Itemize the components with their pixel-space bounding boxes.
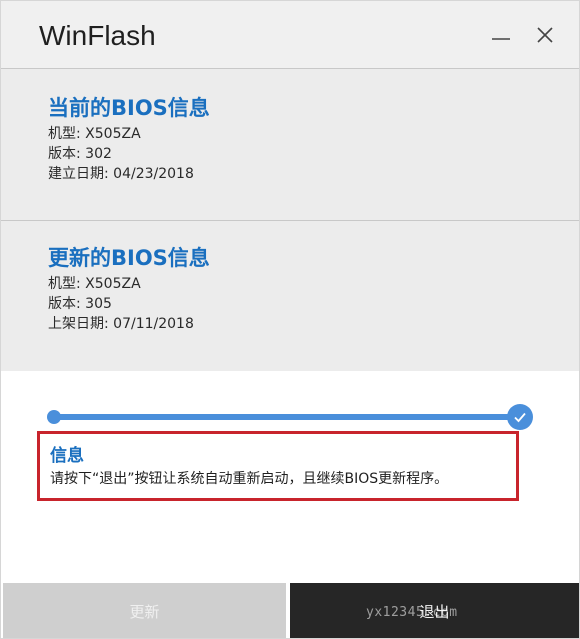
winflash-window: WinFlash 当前的BIOS信息 机型: X505ZA 版本: 302 建立… [0,0,580,639]
progress-complete-badge [507,404,533,430]
message-title: 信息 [50,446,84,466]
minimize-icon [492,38,510,40]
progress-start-dot [47,410,61,424]
new-bios-version: 版本: 305 [48,296,112,312]
message-box: 信息 请按下“退出”按钮让系统自动重新启动，且继续BIOS更新程序。 [37,431,519,501]
current-bios-section: 当前的BIOS信息 机型: X505ZA 版本: 302 建立日期: 04/23… [1,69,579,221]
update-button[interactable]: 更新 [3,583,286,638]
update-progress-bar [47,404,533,430]
close-button[interactable] [531,21,559,49]
new-bios-section: 更新的BIOS信息 机型: X505ZA 版本: 305 上架日期: 07/11… [1,221,579,371]
message-text: 请按下“退出”按钮让系统自动重新启动，且继续BIOS更新程序。 [50,471,449,487]
current-bios-details: 机型: X505ZA 版本: 302 建立日期: 04/23/2018 [48,124,194,184]
current-bios-version: 版本: 302 [48,146,112,162]
check-icon [514,412,526,423]
current-bios-model: 机型: X505ZA [48,126,141,142]
new-bios-date: 上架日期: 07/11/2018 [48,316,194,332]
window-title: WinFlash [39,20,156,51]
new-bios-details: 机型: X505ZA 版本: 305 上架日期: 07/11/2018 [48,274,194,334]
current-bios-heading: 当前的BIOS信息 [48,96,210,120]
close-icon [537,27,553,43]
new-bios-heading: 更新的BIOS信息 [48,246,210,270]
exit-button[interactable]: 退出 [290,583,579,638]
title-bar: WinFlash [1,1,579,69]
new-bios-model: 机型: X505ZA [48,276,141,292]
current-bios-date: 建立日期: 04/23/2018 [48,166,194,182]
minimize-button[interactable] [487,21,515,49]
progress-fill [53,414,519,420]
